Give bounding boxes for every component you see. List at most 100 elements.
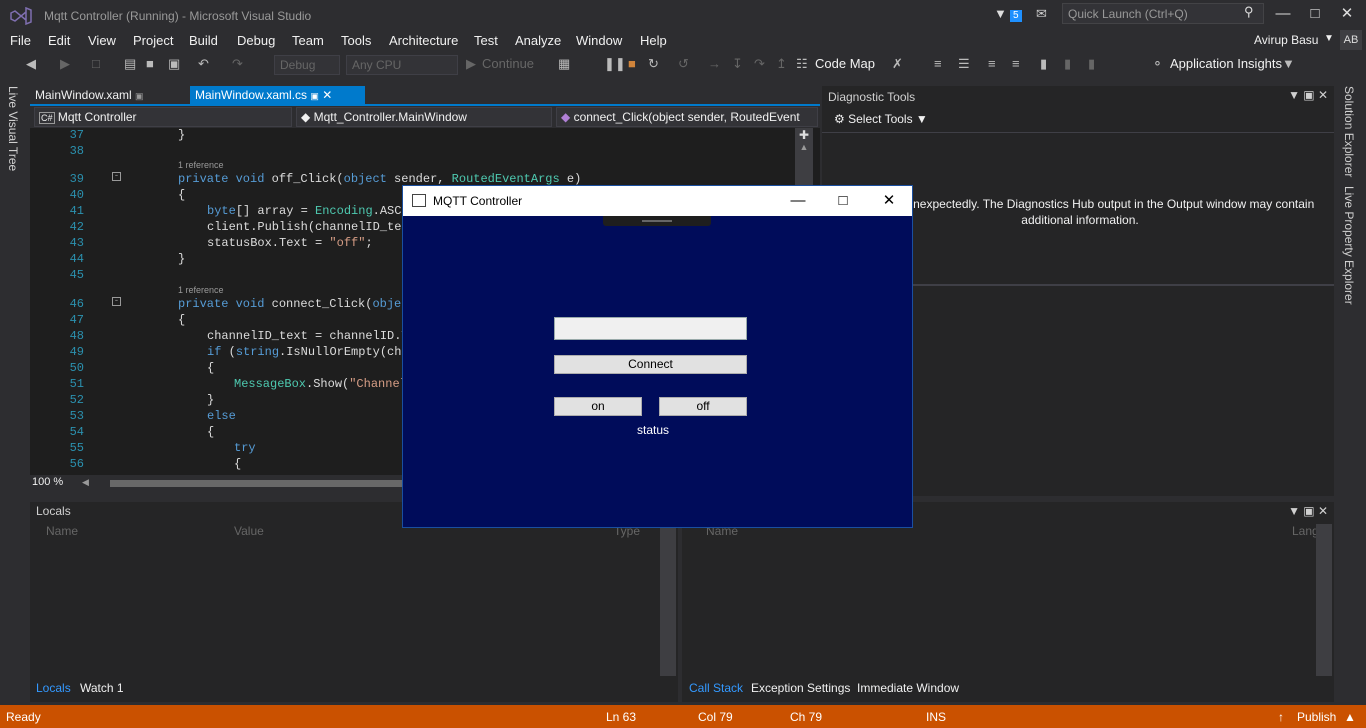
step-out-icon[interactable]: ↥ xyxy=(776,57,787,71)
menu-test[interactable]: Test xyxy=(474,33,498,48)
comment-icon[interactable]: ≡ xyxy=(988,57,996,71)
redo-icon[interactable]: ↷ xyxy=(232,57,243,71)
project-select[interactable]: C# Mqtt Controller xyxy=(34,107,292,127)
off-button[interactable]: off xyxy=(659,397,747,416)
live-property-explorer-tab[interactable]: Live Property Explorer xyxy=(1342,186,1356,305)
uncomment-icon[interactable]: ≡ xyxy=(1012,57,1020,71)
outdent-icon[interactable]: ☰ xyxy=(958,57,970,71)
process-icon[interactable]: ▦ xyxy=(558,57,570,71)
avatar[interactable]: AB xyxy=(1340,30,1362,50)
new-project-icon[interactable]: □ xyxy=(92,57,100,71)
code-lens-reference[interactable]: 1 reference xyxy=(178,285,224,295)
panel-controls[interactable]: ▼ ▣ ✕ xyxy=(1288,504,1328,518)
menu-file[interactable]: File xyxy=(10,33,31,48)
vertical-scrollbar[interactable] xyxy=(1316,524,1332,676)
step-over-icon[interactable]: ↷ xyxy=(754,57,765,71)
minimize-button[interactable]: — xyxy=(1266,0,1300,30)
tab-mainwindow-xaml[interactable]: MainWindow.xaml ▣ xyxy=(30,86,190,104)
code-lens-reference[interactable]: 1 reference xyxy=(178,160,224,170)
code-map-icon[interactable]: ☷ xyxy=(796,57,808,71)
user-name[interactable]: Avirup Basu xyxy=(1254,33,1318,47)
collapse-icon[interactable]: - xyxy=(112,172,121,181)
menu-tools[interactable]: Tools xyxy=(341,33,371,48)
solution-explorer-tab[interactable]: Solution Explorer xyxy=(1342,86,1356,177)
undo-icon[interactable]: ↶ xyxy=(198,57,209,71)
notification-badge[interactable]: 5 xyxy=(1010,10,1022,22)
quick-launch-input[interactable]: Quick Launch (Ctrl+Q) xyxy=(1062,3,1264,24)
chevron-down-icon[interactable]: ▼ xyxy=(1324,33,1334,44)
select-tools-button[interactable]: ⚙ Select Tools ▼ xyxy=(834,112,928,126)
menu-window[interactable]: Window xyxy=(576,33,622,48)
split-icon[interactable]: ✚ xyxy=(795,128,813,142)
forward-icon[interactable]: ▶ xyxy=(60,57,70,71)
publish-icon[interactable]: ↑ xyxy=(1278,710,1284,724)
menu-analyze[interactable]: Analyze xyxy=(515,33,561,48)
zoom-level-select[interactable]: 100 % xyxy=(32,476,63,488)
vertical-scrollbar[interactable] xyxy=(660,524,676,676)
menu-architecture[interactable]: Architecture xyxy=(389,33,458,48)
pause-icon[interactable]: ❚❚ xyxy=(604,57,626,71)
menu-debug[interactable]: Debug xyxy=(237,33,275,48)
column-header-value[interactable]: Value xyxy=(234,524,264,538)
member-select[interactable]: ◆ connect_Click(object sender, RoutedEve… xyxy=(556,107,818,127)
indent-icon[interactable]: ≡ xyxy=(934,57,942,71)
panel-controls[interactable]: ▼ ▣ ✕ xyxy=(1288,88,1328,102)
tab-call-stack[interactable]: Call Stack xyxy=(689,681,743,695)
close-button[interactable]: ✕ xyxy=(1330,0,1364,30)
scroll-left-icon[interactable]: ◀ xyxy=(82,477,89,488)
lightbulb-icon[interactable]: ⚬ xyxy=(1152,57,1163,71)
xaml-debug-toolbar[interactable] xyxy=(603,216,711,226)
pin-icon[interactable]: ▣ xyxy=(310,91,319,101)
feedback-icon[interactable]: ✉ xyxy=(1036,6,1047,22)
search-icon[interactable]: ⚲ xyxy=(1244,4,1254,20)
chevron-up-icon[interactable]: ▲ xyxy=(1344,710,1356,724)
channel-id-input[interactable] xyxy=(554,317,747,340)
menu-help[interactable]: Help xyxy=(640,33,667,48)
tab-watch-1[interactable]: Watch 1 xyxy=(80,681,124,695)
code-map-button[interactable]: Code Map xyxy=(815,57,875,71)
class-select[interactable]: ◆ Mqtt_Controller.MainWindow xyxy=(296,107,552,127)
app-minimize-button[interactable]: — xyxy=(775,186,821,216)
menu-view[interactable]: View xyxy=(88,33,116,48)
publish-button[interactable]: Publish xyxy=(1297,710,1336,724)
tab-mainwindow-xaml-cs[interactable]: MainWindow.xaml.cs ▣ ✕ xyxy=(190,86,365,104)
step-into-icon[interactable]: ↧ xyxy=(732,57,743,71)
menu-edit[interactable]: Edit xyxy=(48,33,70,48)
app-close-button[interactable]: ✕ xyxy=(866,186,912,216)
save-icon[interactable]: ■ xyxy=(146,57,154,71)
restart-icon[interactable]: ↻ xyxy=(648,57,659,71)
step-next-icon[interactable]: → xyxy=(708,57,721,71)
column-header-name[interactable]: Name xyxy=(46,524,78,538)
column-header-language[interactable]: Lang xyxy=(1292,524,1319,538)
back-icon[interactable]: ◀ xyxy=(26,57,36,71)
continue-icon[interactable]: ▶ xyxy=(466,57,476,71)
connect-button[interactable]: Connect xyxy=(554,355,747,374)
platform-select[interactable]: Any CPU xyxy=(346,55,458,75)
tab-exception-settings[interactable]: Exception Settings xyxy=(751,681,850,695)
open-folder-icon[interactable]: ▤ xyxy=(124,57,136,71)
menu-project[interactable]: Project xyxy=(133,33,173,48)
bookmark-next-icon[interactable]: ▮ xyxy=(1088,57,1095,71)
breakpoint-icon[interactable]: ✗ xyxy=(892,57,903,71)
pin-icon[interactable]: ▣ xyxy=(135,91,144,101)
app-maximize-button[interactable]: □ xyxy=(820,186,866,216)
tab-close-icon[interactable]: ✕ xyxy=(322,88,332,102)
tab-locals[interactable]: Locals xyxy=(36,681,71,695)
scroll-up-icon[interactable]: ▲ xyxy=(795,142,813,152)
live-visual-tree-tab[interactable]: Live Visual Tree xyxy=(6,86,20,171)
collapse-icon[interactable]: - xyxy=(112,297,121,306)
menu-build[interactable]: Build xyxy=(189,33,218,48)
menu-team[interactable]: Team xyxy=(292,33,324,48)
bookmark-prev-icon[interactable]: ▮ xyxy=(1064,57,1071,71)
filter-icon[interactable]: ▼ xyxy=(994,6,1007,21)
on-button[interactable]: on xyxy=(554,397,642,416)
save-all-icon[interactable]: ▣ xyxy=(168,57,180,71)
stop-icon[interactable]: ■ xyxy=(628,57,636,71)
chevron-down-icon[interactable]: ▼ xyxy=(1282,57,1295,71)
bookmark-icon[interactable]: ▮ xyxy=(1040,57,1047,71)
application-insights-button[interactable]: Application Insights xyxy=(1170,57,1282,71)
tab-immediate-window[interactable]: Immediate Window xyxy=(857,681,959,695)
maximize-button[interactable]: □ xyxy=(1298,0,1332,30)
continue-button[interactable]: Continue xyxy=(482,57,534,71)
hot-reload-icon[interactable]: ↺ xyxy=(678,57,689,71)
